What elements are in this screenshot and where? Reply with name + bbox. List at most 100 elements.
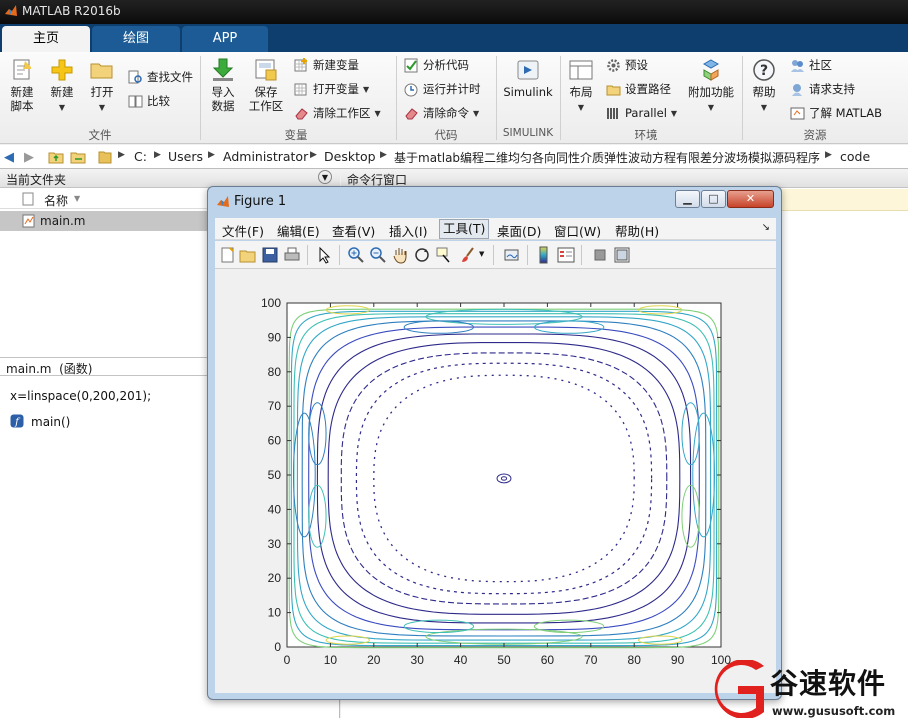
chevron-down-icon: ▼ [707, 103, 715, 112]
import-icon [212, 58, 234, 81]
menu-view[interactable]: 查看(V) [332, 221, 375, 240]
breadcrumb-project-folder[interactable]: 基于matlab编程二维均匀各向同性介质弹性波动方程有限差分波场模拟源码程序 [394, 149, 820, 166]
ribbon: 新建 脚本 新建 ▼ 打开 ▼ 查找文件 比较 文件 导入 数据 保存 工作区 新建… [0, 52, 908, 144]
pan-hand-icon[interactable] [391, 246, 409, 264]
community-button[interactable]: 社区 [790, 56, 832, 74]
rotate-3d-icon[interactable] [413, 246, 431, 264]
brush-icon[interactable] [459, 246, 477, 264]
find-files-label: 查找文件 [147, 70, 193, 84]
menu-dock-icon[interactable]: ↘ [762, 222, 770, 233]
set-path-button[interactable]: 设置路径 [606, 80, 671, 98]
chevron-down-icon: ▼ [473, 108, 480, 118]
pointer-icon[interactable] [315, 246, 333, 264]
tab-home[interactable]: 主页 [2, 26, 90, 52]
browse-folder-icon[interactable] [70, 149, 86, 165]
data-cursor-icon[interactable] [435, 246, 453, 264]
new-script-button[interactable]: 新建 脚本 [4, 58, 40, 113]
brush-menu-chevron-icon[interactable]: ▼ [479, 250, 484, 258]
group-divider [496, 56, 497, 140]
breadcrumb-administrator[interactable]: Administrator [223, 149, 308, 164]
menu-tools[interactable]: 工具(T) [439, 219, 490, 239]
run-and-time-button[interactable]: 运行并计时 [404, 80, 481, 98]
chevron-down-icon: ▼ [670, 108, 678, 118]
new-script-icon [13, 59, 31, 80]
open-button[interactable]: 打开 ▼ [84, 58, 120, 115]
open-variable-button[interactable]: 打开变量 ▼ [294, 80, 369, 98]
open-file-icon[interactable] [239, 246, 257, 264]
breadcrumb-desktop[interactable]: Desktop [324, 149, 376, 164]
save-workspace-label: 保存 工作区 [248, 85, 284, 113]
new-variable-label: 新建变量 [313, 58, 359, 72]
close-button[interactable]: ✕ [727, 190, 774, 208]
compare-button[interactable]: 比较 [128, 92, 170, 110]
new-button[interactable]: 新建 ▼ [44, 58, 80, 115]
zoom-out-icon[interactable] [369, 246, 387, 264]
menu-help[interactable]: 帮助(H) [615, 221, 659, 240]
layout-button[interactable]: 布局 ▼ [566, 58, 596, 115]
zoom-in-icon[interactable] [347, 246, 365, 264]
y-tick-label: 100 [261, 296, 281, 310]
new-script-label: 新建 脚本 [10, 85, 34, 113]
legend-icon[interactable] [557, 246, 575, 264]
preferences-button[interactable]: 预设 [606, 56, 648, 74]
breadcrumb-code[interactable]: code [840, 149, 870, 164]
new-variable-button[interactable]: 新建变量 [294, 56, 359, 74]
menu-window[interactable]: 窗口(W) [554, 221, 601, 240]
breadcrumb-users[interactable]: Users [168, 149, 203, 164]
parallel-button[interactable]: Parallel ▼ [606, 104, 677, 122]
eraser-icon [295, 107, 308, 119]
menu-edit[interactable]: 编辑(E) [277, 221, 320, 240]
toolbar-separator [527, 245, 528, 265]
analyze-code-button[interactable]: 分析代码 [404, 56, 469, 74]
forward-arrow-icon[interactable]: ▶ [24, 150, 34, 165]
breadcrumb-drive[interactable]: C: [134, 149, 147, 164]
tab-apps[interactable]: APP [182, 26, 268, 52]
x-tick-label: 90 [671, 653, 685, 667]
print-icon[interactable] [283, 246, 301, 264]
menu-insert[interactable]: 插入(I) [389, 221, 427, 240]
add-ons-label: 附加功能 [688, 85, 734, 99]
save-icon[interactable] [261, 246, 279, 264]
y-tick-label: 60 [268, 434, 282, 448]
link-plot-icon[interactable] [503, 246, 521, 264]
y-tick-label: 20 [268, 571, 282, 585]
up-folder-icon[interactable] [48, 149, 64, 165]
learn-matlab-button[interactable]: 了解 MATLAB [790, 104, 882, 122]
tab-plots[interactable]: 绘图 [92, 26, 180, 52]
watermark-brand: 谷速软件 [770, 667, 887, 700]
panel-menu-icon[interactable]: ▼ [318, 170, 332, 184]
menu-desktop[interactable]: 桌面(D) [497, 221, 541, 240]
minimize-button[interactable]: ▁ [675, 190, 700, 208]
chevron-down-icon: ▼ [374, 108, 381, 118]
watermark-url: www.gususoft.com [772, 704, 896, 718]
run-and-time-label: 运行并计时 [423, 82, 481, 96]
add-ons-button[interactable]: 附加功能 ▼ [686, 58, 736, 115]
back-arrow-icon[interactable]: ◀ [4, 150, 14, 165]
hide-plot-tools-icon[interactable] [591, 246, 609, 264]
analyze-code-icon [404, 58, 418, 72]
contour-plot[interactable]: 0 10 20 30 40 50 60 70 80 90 100 0 10 20 30 40 50 60 70 80 9… [215, 269, 776, 693]
colorbar-icon[interactable] [535, 246, 553, 264]
import-data-button[interactable]: 导入 数据 [204, 58, 242, 113]
y-tick-label: 50 [268, 468, 282, 482]
support-icon [792, 83, 802, 96]
ribbon-tab-bar: 主页 绘图 APP [0, 24, 908, 52]
resources-group-label: 资源 [803, 128, 827, 142]
clear-workspace-button[interactable]: 清除工作区 ▼ [294, 104, 381, 122]
menu-file[interactable]: 文件(F) [222, 221, 264, 240]
find-files-button[interactable]: 查找文件 [128, 68, 193, 86]
clear-commands-button[interactable]: 清除命令 ▼ [404, 104, 479, 122]
analyze-code-label: 分析代码 [423, 58, 469, 72]
open-variable-label: 打开变量 [313, 82, 359, 96]
help-button[interactable]: ? 帮助 ▼ [748, 58, 780, 115]
save-workspace-button[interactable]: 保存 工作区 [246, 58, 286, 113]
show-plot-tools-icon[interactable] [613, 246, 631, 264]
new-figure-icon[interactable] [219, 246, 237, 264]
maximize-button[interactable]: □ [701, 190, 726, 208]
group-divider [396, 56, 397, 140]
request-support-button[interactable]: 请求支持 [790, 80, 855, 98]
simulink-icon [517, 60, 539, 80]
simulink-group-label: SIMULINK [502, 127, 554, 139]
chevron-down-icon: ▼ [58, 103, 66, 112]
simulink-button[interactable]: Simulink [502, 58, 554, 99]
